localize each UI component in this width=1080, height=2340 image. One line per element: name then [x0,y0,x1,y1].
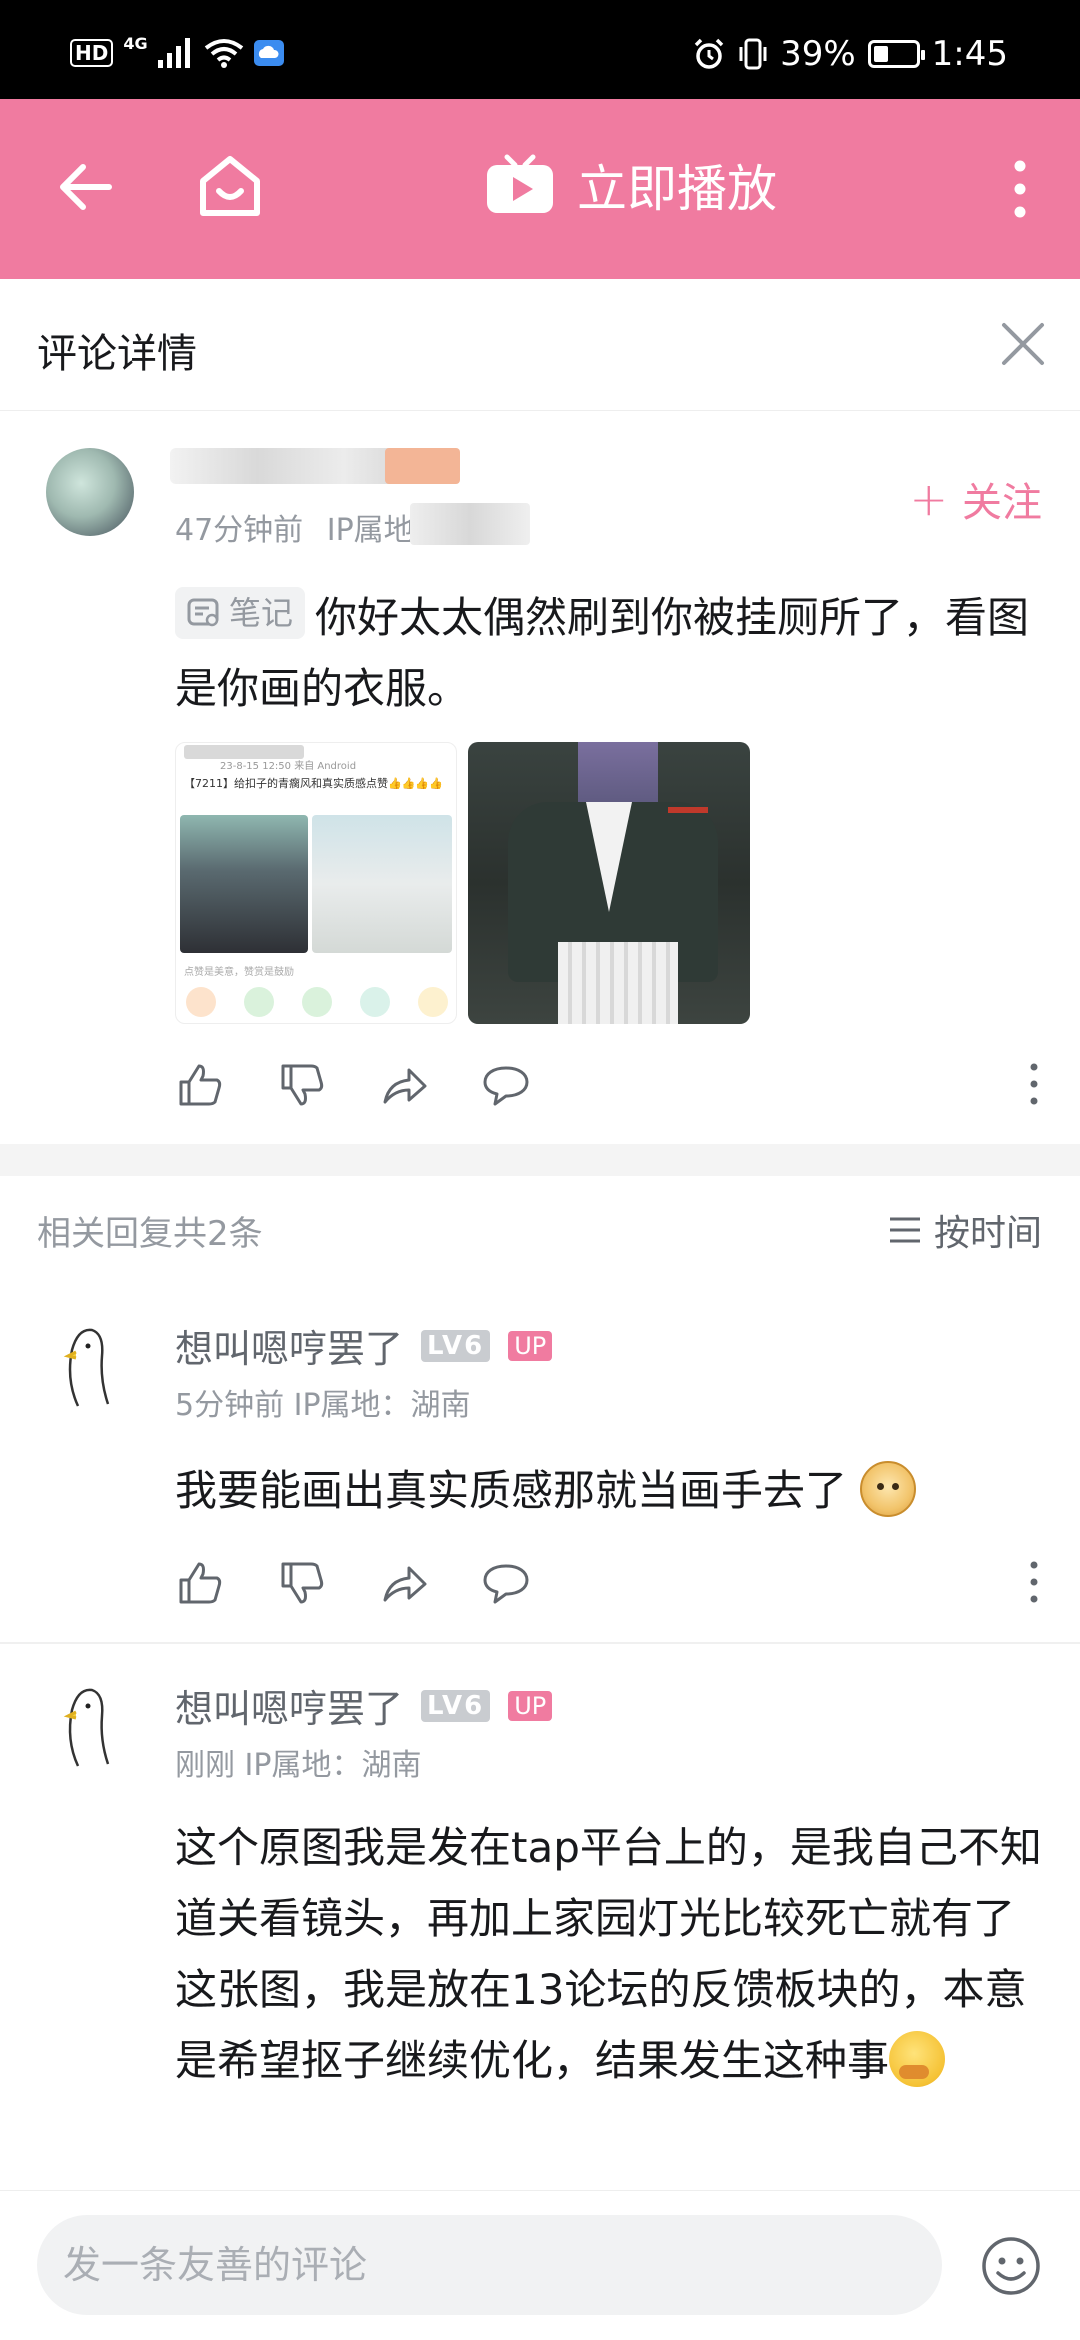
network-type: 4G [123,33,148,53]
ip-label: IP属地 [326,513,414,548]
more-vertical-icon[interactable] [1000,154,1040,224]
hd-indicator: HD [70,39,114,67]
reply-actions [175,1558,531,1608]
avatar[interactable] [48,1680,128,1770]
back-arrow-icon[interactable] [55,157,115,217]
share-icon[interactable] [379,1060,429,1110]
ip-location-redacted [410,503,530,545]
close-icon[interactable] [998,319,1048,369]
comment-image-2[interactable] [468,742,750,1024]
clock: 1:45 [931,34,1008,74]
dislike-icon[interactable] [277,1060,327,1110]
avatar[interactable] [48,1320,128,1410]
wifi-icon [204,39,243,68]
level-badge-redacted [385,448,460,484]
avatar[interactable] [46,448,134,536]
more-options-icon[interactable] [1026,1062,1042,1106]
note-icon [187,598,219,627]
reply-user[interactable]: 想叫嗯哼罢了 LV6 UP [175,1318,553,1373]
post-title: 【7211】给扣子的青瘸风和真实质感点赞👍👍👍👍 [184,777,443,790]
level-badge: LV6 [421,1689,491,1722]
battery-icon [867,40,925,68]
like-icon[interactable] [175,1558,225,1608]
doge-emoji-icon [860,1461,917,1517]
cloud-icon [253,40,284,66]
up-badge: UP [508,1330,553,1361]
post-date-line: 23-8-15 12:50 来自 Android [220,761,357,772]
comment-input[interactable] [37,2215,942,2315]
signal-icon [157,38,190,68]
follow-label: 关注 [962,480,1042,526]
like-icon[interactable] [175,1060,225,1110]
reply-user[interactable]: 想叫嗯哼罢了 LV6 UP [175,1678,553,1733]
comment-time: 47分钟前 [175,513,304,548]
up-badge: UP [508,1690,553,1721]
reply-username: 想叫嗯哼罢了 [175,1327,404,1371]
follow-button[interactable]: + 关注 [909,470,1042,528]
list-icon [889,1217,920,1243]
comment-meta: 47分钟前 IP属地 [175,505,414,549]
reply-icon[interactable] [481,1558,531,1608]
level-badge: LV6 [421,1329,491,1362]
status-bar: HD 4G 39% 1:45 [0,0,1080,99]
tv-play-icon [487,154,553,213]
sort-label: 按时间 [933,1213,1042,1254]
reply-body: 这个原图我是发在tap平台上的，是我自己不知道关看镜头，再加上家园灯光比较死亡就… [175,1812,1045,2096]
play-now-label: 立即播放 [577,160,777,218]
reply-divider [0,1642,1080,1644]
more-options-icon[interactable] [1026,1560,1042,1604]
note-tag[interactable]: 笔记 [175,587,306,639]
post-caption: 点赞是美意，赞赏是鼓励 [184,967,294,978]
comment-actions [175,1060,531,1110]
comment-detail-header: 评论详情 [0,279,1080,411]
reply-count: 相关回复共2条 [37,1214,263,1254]
plus-icon: + [909,472,948,526]
share-icon[interactable] [379,1558,429,1608]
play-now-button[interactable]: 立即播放 [485,149,777,221]
comment-composer [0,2190,1080,2340]
emoji-icon[interactable] [980,2235,1042,2297]
alarm-icon [694,38,724,69]
reply-body: 我要能画出真实质感那就当画手去了 [175,1455,1045,1526]
reply-meta: 刚刚 IP属地：湖南 [175,1748,422,1783]
reply-meta: 5分钟前 IP属地：湖南 [175,1388,471,1423]
note-tag-label: 笔记 [229,593,294,632]
dislike-icon[interactable] [277,1558,327,1608]
home-icon[interactable] [195,151,265,221]
app-bar: 立即播放 [0,99,1080,279]
comment-body: 笔记 你好太太偶然刷到你被挂厕所了，看图是你画的衣服。 [175,582,1035,724]
section-divider [0,1144,1080,1176]
comment-image-1[interactable]: 23-8-15 12:50 来自 Android 【7211】给扣子的青瘸风和真… [175,742,457,1024]
thinking-emoji-icon [889,2031,946,2087]
reply-username: 想叫嗯哼罢了 [175,1687,404,1731]
vibrate-icon [739,38,767,70]
panel-title: 评论详情 [37,331,197,377]
reply-text: 我要能画出真实质感那就当画手去了 [175,1466,848,1515]
sort-toggle[interactable]: 按时间 [888,1204,1042,1256]
reply-icon[interactable] [481,1060,531,1110]
battery-percent: 39% [780,34,856,74]
